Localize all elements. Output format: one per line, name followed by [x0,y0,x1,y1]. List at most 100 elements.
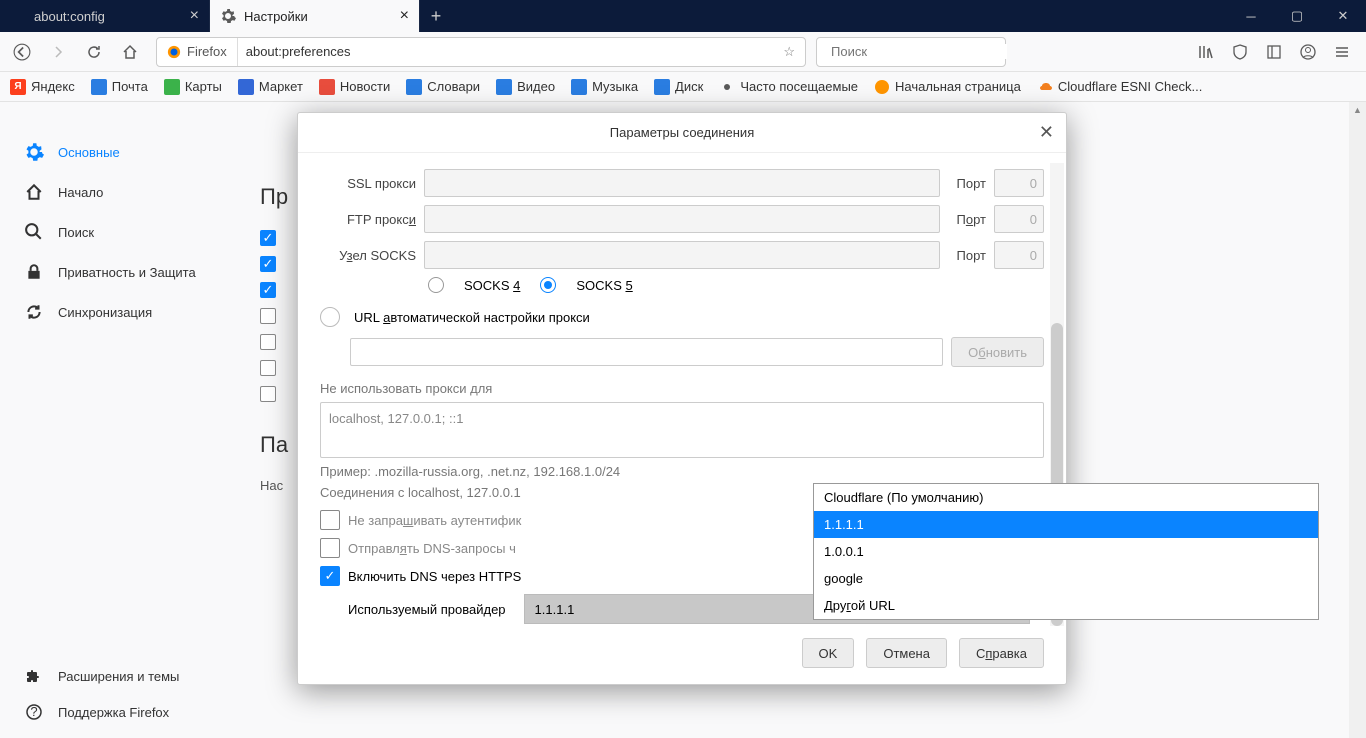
new-tab-button[interactable]: + [420,0,452,32]
bookmark-disk[interactable]: Диск [654,79,703,95]
back-button[interactable] [6,36,38,68]
search-input[interactable] [831,44,1007,59]
shield-icon[interactable] [1230,42,1250,62]
home-icon [24,182,44,202]
gear-icon [24,142,44,162]
bookmark-cloudflare[interactable]: Cloudflare ESNI Check... [1037,79,1203,95]
socks5-label: SOCKS 5 [576,278,632,293]
tab-about-config[interactable]: about:config × [0,0,210,32]
identity-label: Firefox [187,44,227,59]
checkbox[interactable] [260,334,276,350]
bookmarks-bar: ЯЯндекс Почта Карты Маркет Новости Слова… [0,72,1366,102]
bookmark-market[interactable]: Маркет [238,79,303,95]
dropdown-option[interactable]: google [814,565,1318,592]
nav-sync[interactable]: Синхронизация [0,292,240,332]
dns-socks-checkbox[interactable] [320,538,340,558]
checkbox[interactable]: ✓ [260,282,276,298]
doh-label: Включить DNS через HTTPS [348,569,521,584]
sidebar-icon[interactable] [1264,42,1284,62]
bookmark-star-icon[interactable]: ☆ [773,44,805,60]
close-icon[interactable]: × [180,7,199,25]
ssl-port-input[interactable] [994,169,1044,197]
puzzle-icon [24,666,44,686]
sync-icon [24,302,44,322]
checkbox[interactable]: ✓ [260,230,276,246]
forward-button[interactable] [42,36,74,68]
close-icon[interactable]: × [390,7,409,25]
bookmark-dictionaries[interactable]: Словари [406,79,480,95]
gear-icon [220,8,236,24]
lock-icon [24,262,44,282]
autoconfig-radio[interactable] [320,307,340,327]
titlebar: about:config × Настройки × + ─ ▢ ✕ [0,0,1366,32]
identity-box[interactable]: Firefox [157,38,238,66]
doh-checkbox[interactable]: ✓ [320,566,340,586]
menu-icon[interactable] [1332,42,1352,62]
firefox-icon [167,45,181,59]
search-bar[interactable] [816,37,1006,67]
help-icon: ? [24,702,44,722]
bookmark-maps[interactable]: Карты [164,79,222,95]
bookmark-video[interactable]: Видео [496,79,555,95]
bookmark-frequent[interactable]: Часто посещаемые [719,79,858,95]
dropdown-option[interactable]: Другой URL [814,592,1318,619]
close-window-button[interactable]: ✕ [1320,0,1366,32]
autoconfig-url-input[interactable] [350,338,943,366]
socks4-label: SOCKS 4 [464,278,520,293]
close-icon[interactable]: ✕ [1039,122,1054,143]
url-input[interactable] [238,38,774,66]
dropdown-option[interactable]: 1.0.0.1 [814,538,1318,565]
ftp-proxy-input[interactable] [424,205,940,233]
reload-button[interactable] [78,36,110,68]
example-text: Пример: .mozilla-russia.org, .net.nz, 19… [320,464,1044,479]
provider-label: Используемый провайдер [348,602,506,617]
dialog-title: Параметры соединения [610,125,754,140]
maximize-button[interactable]: ▢ [1274,0,1320,32]
socks4-radio[interactable] [428,277,444,293]
dropdown-option[interactable]: Cloudflare (По умолчанию) [814,484,1318,511]
dns-socks-label: Отправлять DNS-запросы ч [348,541,516,556]
checkbox[interactable] [260,360,276,376]
refresh-button[interactable]: Обновить [951,337,1044,367]
dropdown-option-selected[interactable]: 1.1.1.1 [814,511,1318,538]
help-button[interactable]: Справка [959,638,1044,668]
ftp-port-input[interactable] [994,205,1044,233]
bookmark-music[interactable]: Музыка [571,79,638,95]
no-proxy-textarea[interactable]: localhost, 127.0.0.1; ::1 [320,402,1044,458]
nav-privacy[interactable]: Приватность и Защита [0,252,240,292]
scroll-up-icon[interactable]: ▲ [1349,102,1366,118]
ok-button[interactable]: OK [802,638,855,668]
page-scrollbar[interactable]: ▲ [1349,102,1366,738]
nav-extensions[interactable]: Расширения и темы [0,658,240,694]
nav-home[interactable]: Начало [0,172,240,212]
cancel-button[interactable]: Отмена [866,638,947,668]
search-icon [24,222,44,242]
checkbox[interactable] [260,386,276,402]
home-button[interactable] [114,36,146,68]
nav-support[interactable]: ? Поддержка Firefox [0,694,240,730]
dialog-title-bar: Параметры соединения ✕ [298,113,1066,153]
no-auth-label: Не запрашивать аутентифик [348,513,521,528]
port-label: Порт [948,176,986,191]
url-bar[interactable]: Firefox ☆ [156,37,806,67]
minimize-button[interactable]: ─ [1228,0,1274,32]
checkbox[interactable] [260,308,276,324]
tab-settings[interactable]: Настройки × [210,0,420,32]
socks5-radio[interactable] [540,277,556,293]
socks-port-input[interactable] [994,241,1044,269]
bookmark-news[interactable]: Новости [319,79,390,95]
bookmark-startpage[interactable]: Начальная страница [874,79,1021,95]
checkbox[interactable]: ✓ [260,256,276,272]
nav-general[interactable]: Основные [0,132,240,172]
socks-host-input[interactable] [424,241,940,269]
nav-search[interactable]: Поиск [0,212,240,252]
generic-tab-icon [10,8,26,24]
ssl-proxy-input[interactable] [424,169,940,197]
bookmark-mail[interactable]: Почта [91,79,148,95]
port-label: Порт [948,248,986,263]
preferences-nav: Основные Начало Поиск Приватность и Защи… [0,102,240,738]
bookmark-yandex[interactable]: ЯЯндекс [10,79,75,95]
no-auth-checkbox[interactable] [320,510,340,530]
account-icon[interactable] [1298,42,1318,62]
library-icon[interactable] [1196,42,1216,62]
